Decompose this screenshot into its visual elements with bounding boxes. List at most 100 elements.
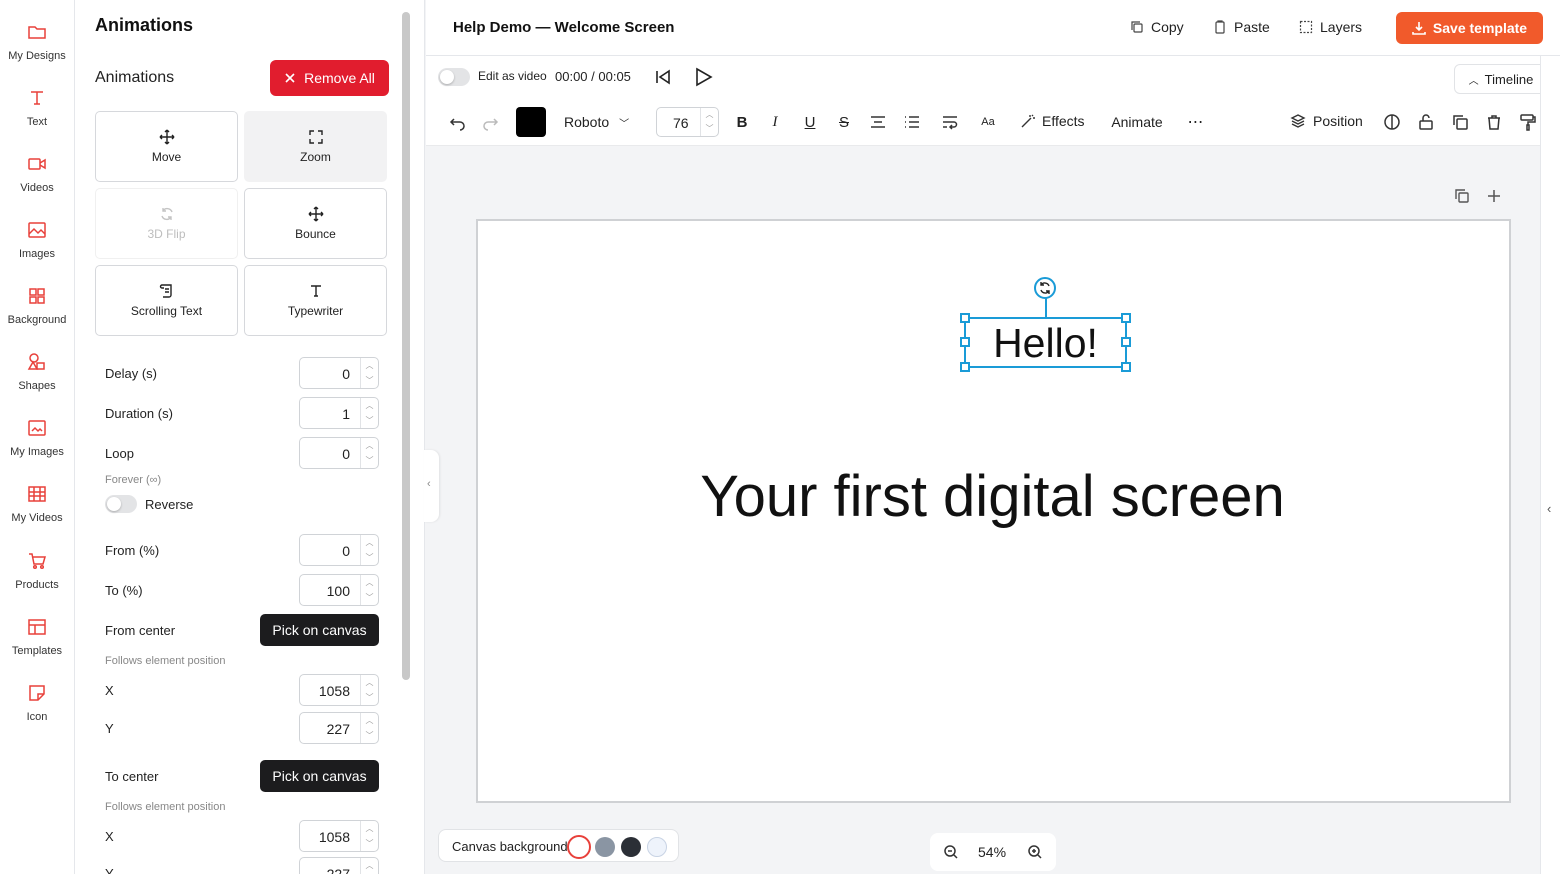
skip-back-icon[interactable] xyxy=(654,68,672,86)
to-stepper[interactable]: ︿ ﹀ xyxy=(360,575,378,605)
from-x-input[interactable]: 1058 ︿ ﹀ xyxy=(299,674,379,706)
resize-handle-ne[interactable] xyxy=(1121,313,1131,323)
text-wrap-button[interactable] xyxy=(940,112,960,132)
opacity-icon xyxy=(1384,114,1400,130)
document-title: Help Demo — Welcome Screen xyxy=(453,19,675,36)
position-button[interactable]: Position xyxy=(1290,113,1363,129)
anim-3d-flip-card[interactable]: 3D Flip xyxy=(95,188,238,259)
nav-my-images[interactable]: My Images xyxy=(0,418,74,478)
anim-bounce-card[interactable]: Bounce xyxy=(244,188,387,259)
nav-videos[interactable]: Videos xyxy=(0,154,74,214)
hello-text-element[interactable]: Hello! xyxy=(964,317,1127,368)
from-pick-on-canvas-button[interactable]: Pick on canvas xyxy=(260,614,379,646)
from-y-stepper[interactable]: ︿ ﹀ xyxy=(360,713,378,743)
from-x-stepper[interactable]: ︿ ﹀ xyxy=(360,675,378,705)
lock-button[interactable] xyxy=(1416,112,1436,132)
play-icon[interactable] xyxy=(692,66,714,88)
nav-my-designs[interactable]: My Designs xyxy=(0,22,74,82)
animate-button[interactable]: Animate xyxy=(1099,106,1175,138)
zoom-out-icon[interactable] xyxy=(943,844,959,860)
anim-scrolling-text-card[interactable]: Scrolling Text xyxy=(95,265,238,336)
resize-handle-nw[interactable] xyxy=(960,313,970,323)
loop-stepper[interactable]: ︿ ﹀ xyxy=(360,438,378,468)
from-stepper[interactable]: ︿ ﹀ xyxy=(360,535,378,565)
paste-button[interactable]: Paste xyxy=(1213,19,1270,35)
more-button[interactable]: ⋯ xyxy=(1186,112,1206,132)
add-page-icon[interactable] xyxy=(1486,188,1502,204)
panel-scrollbar[interactable] xyxy=(402,12,410,680)
resize-handle-sw[interactable] xyxy=(960,362,970,372)
to-x-stepper[interactable]: ︿ ﹀ xyxy=(360,821,378,851)
remove-all-button[interactable]: Remove All xyxy=(270,60,389,96)
chevron-left-icon[interactable]: ‹ xyxy=(1547,501,1551,516)
my-images-icon xyxy=(28,420,46,436)
anim-zoom-card[interactable]: Zoom xyxy=(244,111,387,182)
headline-text-element[interactable]: Your first digital screen xyxy=(700,462,1285,531)
from-y-input[interactable]: 227 ︿ ﹀ xyxy=(299,712,379,744)
to-follows-hint: Follows element position xyxy=(105,801,226,813)
swatch-dark[interactable] xyxy=(621,837,641,857)
panel-collapse-tab[interactable]: ‹ xyxy=(424,450,439,522)
from-label: From (%) xyxy=(105,543,160,558)
duplicate-button[interactable] xyxy=(1450,112,1470,132)
duration-stepper[interactable]: ︿ ﹀ xyxy=(360,398,378,428)
swatch-white[interactable] xyxy=(567,835,591,859)
copy-button[interactable]: Copy xyxy=(1130,19,1184,35)
reverse-toggle[interactable] xyxy=(105,495,137,513)
italic-button[interactable]: I xyxy=(765,112,785,132)
anim-move-card[interactable]: Move xyxy=(95,111,238,182)
nav-my-videos[interactable]: My Videos xyxy=(0,484,74,544)
delay-stepper[interactable]: ︿ ﹀ xyxy=(360,358,378,388)
layers-button[interactable]: Layers xyxy=(1299,19,1362,35)
delete-button[interactable] xyxy=(1484,112,1504,132)
to-y-stepper[interactable]: ︿﹀ xyxy=(360,858,378,874)
to-input[interactable]: 100 ︿ ﹀ xyxy=(299,574,379,606)
to-pick-on-canvas-button[interactable]: Pick on canvas xyxy=(260,760,379,792)
list-button[interactable] xyxy=(902,112,922,132)
magic-wand-icon xyxy=(1021,114,1035,128)
strikethrough-button[interactable]: S xyxy=(834,112,854,132)
nav-products[interactable]: Products xyxy=(0,551,74,611)
edit-as-video-toggle[interactable] xyxy=(438,68,470,86)
font-size-input[interactable]: 76 ︿ ﹀ xyxy=(656,107,719,137)
opacity-button[interactable] xyxy=(1382,112,1402,132)
format-painter-button[interactable] xyxy=(1518,112,1538,132)
align-center-button[interactable] xyxy=(868,112,888,132)
underline-button[interactable]: U xyxy=(800,112,820,132)
anim-typewriter-card[interactable]: Typewriter xyxy=(244,265,387,336)
font-size-stepper[interactable]: ︿ ﹀ xyxy=(700,108,718,136)
delay-input[interactable]: 0 ︿ ﹀ xyxy=(299,357,379,389)
bold-button[interactable]: B xyxy=(732,112,752,132)
undo-button[interactable] xyxy=(448,112,468,132)
loop-input[interactable]: 0 ︿ ﹀ xyxy=(299,437,379,469)
resize-handle-e[interactable] xyxy=(1121,337,1131,347)
text-case-button[interactable]: Aa xyxy=(978,112,998,132)
redo-icon xyxy=(483,118,499,131)
font-family-select[interactable]: Roboto ﹀ xyxy=(564,114,629,130)
nav-icon[interactable]: Icon xyxy=(0,683,74,743)
resize-handle-w[interactable] xyxy=(960,337,970,347)
nav-label: Templates xyxy=(11,645,63,657)
duplicate-page-icon[interactable] xyxy=(1453,187,1471,205)
swatch-gray[interactable] xyxy=(595,837,615,857)
timeline-button[interactable]: ︿ Timeline xyxy=(1454,64,1548,94)
to-y-input[interactable]: 227 ︿﹀ xyxy=(299,857,379,874)
save-template-button[interactable]: Save template xyxy=(1396,12,1543,44)
nav-shapes[interactable]: Shapes xyxy=(0,352,74,412)
nav-text[interactable]: Text xyxy=(0,88,74,148)
nav-images[interactable]: Images xyxy=(0,220,74,280)
film-icon xyxy=(28,486,46,502)
duration-input[interactable]: 1 ︿ ﹀ xyxy=(299,397,379,429)
duration-value: 1 xyxy=(342,406,350,422)
swatch-light-blue[interactable] xyxy=(647,837,667,857)
text-color-swatch[interactable] xyxy=(516,107,546,137)
effects-button[interactable]: Effects xyxy=(1020,113,1085,129)
rotate-handle[interactable] xyxy=(1034,277,1056,299)
from-input[interactable]: 0 ︿ ﹀ xyxy=(299,534,379,566)
redo-button[interactable] xyxy=(480,112,500,132)
zoom-in-icon[interactable] xyxy=(1027,844,1043,860)
nav-templates[interactable]: Templates xyxy=(0,617,74,677)
nav-background[interactable]: Background xyxy=(0,286,74,346)
resize-handle-se[interactable] xyxy=(1121,362,1131,372)
to-x-input[interactable]: 1058 ︿ ﹀ xyxy=(299,820,379,852)
